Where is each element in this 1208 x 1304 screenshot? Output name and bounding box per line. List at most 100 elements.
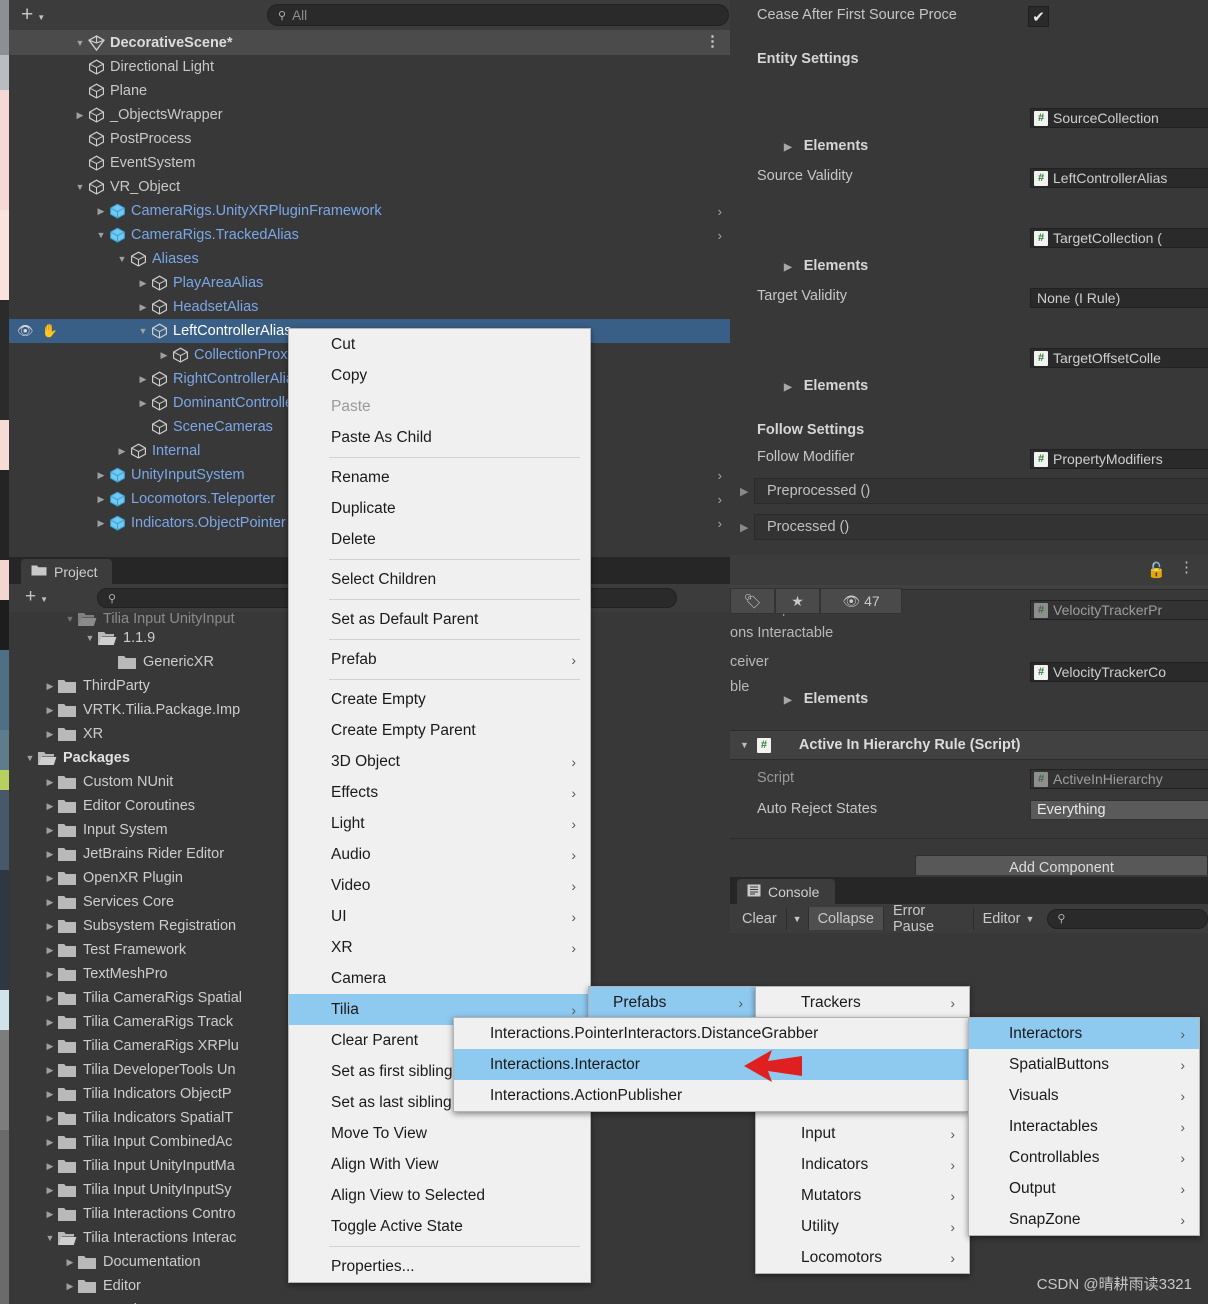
- chevron-down-icon[interactable]: ▼: [740, 740, 749, 750]
- hidden-count-button[interactable]: 👁 47: [820, 588, 902, 614]
- chevron-right-icon[interactable]: [94, 206, 108, 217]
- chevron-right-icon[interactable]: [43, 921, 57, 932]
- chevron-right-icon[interactable]: [43, 1161, 57, 1172]
- velocity-tracker-collection-field[interactable]: # VelocityTrackerCo: [1030, 662, 1208, 682]
- chevron-right-icon[interactable]: [43, 993, 57, 1004]
- chevron-right-icon[interactable]: [43, 1185, 57, 1196]
- menu-item-align-view-to-selected[interactable]: Align View to Selected: [289, 1180, 590, 1211]
- chevron-right-icon[interactable]: ›: [718, 204, 722, 219]
- interactors-menu-item-interactables[interactable]: Interactables ›: [969, 1111, 1199, 1142]
- category-menu-item-input[interactable]: Input ›: [756, 1118, 969, 1149]
- hierarchy-item-postprocess[interactable]: PostProcess: [9, 127, 730, 151]
- lock-icon[interactable]: 🔓: [1147, 561, 1166, 579]
- chevron-down-icon[interactable]: [83, 633, 97, 643]
- chevron-right-icon[interactable]: [43, 969, 57, 980]
- interactors-submenu[interactable]: Interactors › SpatialButtons › Visuals › Inter…: [968, 1017, 1200, 1236]
- menu-item-align-with-view[interactable]: Align With View: [289, 1149, 590, 1180]
- menu-item-cut[interactable]: Cut: [289, 329, 590, 360]
- chevron-right-icon[interactable]: [43, 945, 57, 956]
- chevron-right-icon[interactable]: [43, 849, 57, 860]
- chevron-right-icon[interactable]: [43, 777, 57, 788]
- tab-project[interactable]: Project: [21, 559, 112, 584]
- console-search-input[interactable]: ⚲: [1047, 908, 1208, 929]
- hierarchy-overflow-menu-icon[interactable]: ⋮: [705, 33, 720, 51]
- tag-icon-button[interactable]: 🏷: [730, 588, 775, 614]
- chevron-right-icon[interactable]: ▶: [740, 521, 748, 534]
- chevron-right-icon[interactable]: [157, 350, 171, 361]
- chevron-down-icon[interactable]: [63, 614, 77, 624]
- chevron-down-icon[interactable]: [73, 182, 87, 192]
- hierarchy-item-vr-object[interactable]: VR_Object: [9, 175, 730, 199]
- chevron-down-icon[interactable]: [43, 1233, 57, 1243]
- prefab-menu-item-interactions-actionpublisher[interactable]: Interactions.ActionPublisher: [454, 1080, 968, 1111]
- chevron-right-icon[interactable]: [73, 110, 87, 121]
- chevron-right-icon[interactable]: [63, 1257, 77, 1268]
- chevron-right-icon[interactable]: [94, 470, 108, 481]
- chevron-down-icon[interactable]: [136, 326, 150, 336]
- overflow-menu-icon[interactable]: ⋮: [1179, 560, 1194, 576]
- chevron-right-icon[interactable]: [43, 1113, 57, 1124]
- chevron-down-icon[interactable]: [23, 753, 37, 763]
- interactors-menu-item-output[interactable]: Output ›: [969, 1173, 1199, 1204]
- menu-item-move-to-view[interactable]: Move To View: [289, 1118, 590, 1149]
- hierarchy-item-plane[interactable]: Plane: [9, 79, 730, 103]
- project-item-runtime[interactable]: Runtime: [9, 1298, 730, 1304]
- prefab-menu-item-interactions-interactor[interactable]: Interactions.Interactor: [454, 1049, 968, 1080]
- chevron-right-icon[interactable]: ›: [718, 492, 722, 507]
- hierarchy-context-menu[interactable]: Cut Copy Paste Paste As Child Rename Duplicat…: [288, 328, 591, 1283]
- chevron-right-icon[interactable]: ▶: [740, 485, 748, 498]
- menu-item-effects[interactable]: Effects ›: [289, 777, 590, 808]
- interactors-menu-item-snapzone[interactable]: SnapZone ›: [969, 1204, 1199, 1235]
- category-menu-item-locomotors[interactable]: Locomotors ›: [756, 1242, 969, 1273]
- menu-item-audio[interactable]: Audio ›: [289, 839, 590, 870]
- active-in-hierarchy-rule-header[interactable]: ▼ # Active In Hierarchy Rule (Script): [730, 730, 1208, 760]
- chevron-down-icon[interactable]: [94, 230, 108, 240]
- auto-reject-states-dropdown[interactable]: Everything: [1030, 800, 1208, 820]
- preprocessed-event-box[interactable]: Preprocessed (): [754, 478, 1208, 504]
- menu-item-prefab[interactable]: Prefab ›: [289, 644, 590, 675]
- add-component-button[interactable]: Add Component: [915, 855, 1208, 875]
- processed-event-box[interactable]: Processed (): [754, 514, 1208, 540]
- menu-item-duplicate[interactable]: Duplicate: [289, 493, 590, 524]
- chevron-right-icon[interactable]: ›: [718, 516, 722, 531]
- hierarchy-add-button[interactable]: + ▼: [21, 3, 63, 27]
- chevron-right-icon[interactable]: [115, 446, 129, 457]
- chevron-right-icon[interactable]: [63, 1281, 77, 1292]
- hierarchy-item-camerarigs-trackedalias[interactable]: CameraRigs.TrackedAlias ›: [9, 223, 730, 247]
- chevron-right-icon[interactable]: [43, 873, 57, 884]
- hierarchy-item-camerarigs-unityxrpluginframework[interactable]: CameraRigs.UnityXRPluginFramework ›: [9, 199, 730, 223]
- menu-item-delete[interactable]: Delete: [289, 524, 590, 555]
- chevron-right-icon[interactable]: [43, 1065, 57, 1076]
- chevron-right-icon[interactable]: [43, 1089, 57, 1100]
- tab-console[interactable]: Console: [737, 879, 836, 904]
- hierarchy-item-headsetalias[interactable]: HeadsetAlias: [9, 295, 730, 319]
- project-add-button[interactable]: + ▼: [25, 586, 48, 608]
- elements-foldout-1[interactable]: ▶ Elements: [784, 138, 868, 154]
- menu-item-paste-as-child[interactable]: Paste As Child: [289, 422, 590, 453]
- hierarchy-search-input[interactable]: ⚲ All: [267, 4, 729, 26]
- chevron-right-icon[interactable]: [94, 518, 108, 529]
- scene-row[interactable]: DecorativeScene* ⋮: [9, 30, 730, 55]
- menu-item-select-children[interactable]: Select Children: [289, 564, 590, 595]
- hierarchy-item-directional-light[interactable]: Directional Light: [9, 55, 730, 79]
- menu-item-video[interactable]: Video ›: [289, 870, 590, 901]
- editor-dropdown-button[interactable]: Editor ▼: [972, 907, 1044, 930]
- menu-item-rename[interactable]: Rename: [289, 462, 590, 493]
- chevron-down-icon[interactable]: [115, 254, 129, 264]
- interactors-menu-item-spatialbuttons[interactable]: SpatialButtons ›: [969, 1049, 1199, 1080]
- elements-foldout-4[interactable]: ▶ Elements: [784, 691, 868, 707]
- tilia-submenu[interactable]: Prefabs ›: [588, 986, 758, 1019]
- target-collection-field[interactable]: # TargetCollection (: [1030, 228, 1208, 248]
- chevron-right-icon[interactable]: [43, 1209, 57, 1220]
- chevron-right-icon[interactable]: ›: [718, 228, 722, 243]
- interactors-menu-item-controllables[interactable]: Controllables ›: [969, 1142, 1199, 1173]
- hierarchy-item-eventsystem[interactable]: EventSystem: [9, 151, 730, 175]
- source-collection-field[interactable]: # SourceCollection: [1030, 108, 1208, 128]
- hierarchy-item-aliases[interactable]: Aliases: [9, 247, 730, 271]
- chevron-right-icon[interactable]: [136, 278, 150, 289]
- menu-item-ui[interactable]: UI ›: [289, 901, 590, 932]
- tilia-menu-item-prefabs[interactable]: Prefabs ›: [589, 987, 757, 1018]
- chevron-right-icon[interactable]: [43, 705, 57, 716]
- menu-item-create-empty[interactable]: Create Empty: [289, 684, 590, 715]
- error-pause-button[interactable]: Error Pause: [883, 903, 973, 935]
